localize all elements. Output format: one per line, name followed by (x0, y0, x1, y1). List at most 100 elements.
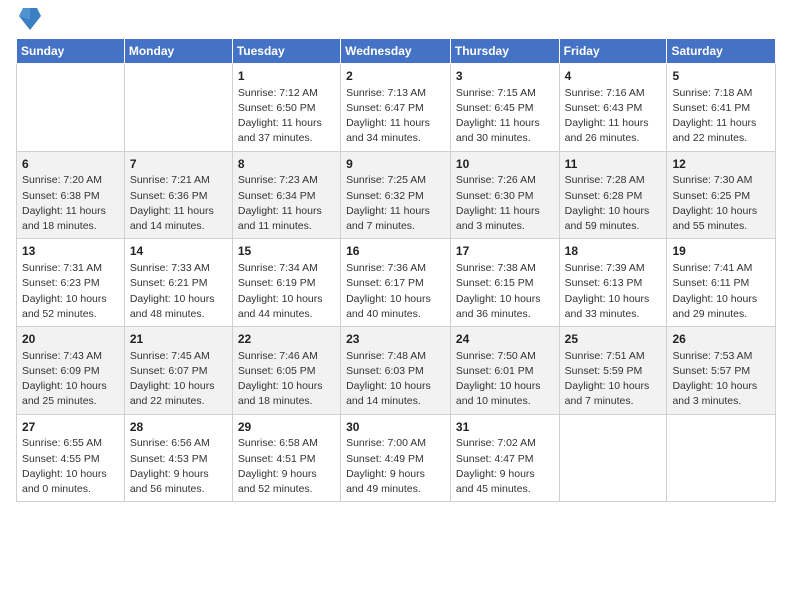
weekday-header-thursday: Thursday (450, 39, 559, 64)
day-number: 25 (565, 331, 662, 348)
day-number: 6 (22, 156, 119, 173)
day-info: Sunrise: 7:39 AM Sunset: 6:13 PM Dayligh… (565, 261, 662, 322)
day-info: Sunrise: 7:31 AM Sunset: 6:23 PM Dayligh… (22, 261, 119, 322)
calendar-cell: 11Sunrise: 7:28 AM Sunset: 6:28 PM Dayli… (559, 151, 667, 239)
calendar-cell: 1Sunrise: 7:12 AM Sunset: 6:50 PM Daylig… (232, 64, 340, 152)
day-number: 18 (565, 243, 662, 260)
calendar-cell: 8Sunrise: 7:23 AM Sunset: 6:34 PM Daylig… (232, 151, 340, 239)
calendar-cell: 29Sunrise: 6:58 AM Sunset: 4:51 PM Dayli… (232, 414, 340, 502)
day-number: 1 (238, 68, 335, 85)
day-info: Sunrise: 7:13 AM Sunset: 6:47 PM Dayligh… (346, 86, 445, 147)
calendar-cell: 28Sunrise: 6:56 AM Sunset: 4:53 PM Dayli… (124, 414, 232, 502)
day-number: 7 (130, 156, 227, 173)
day-info: Sunrise: 7:46 AM Sunset: 6:05 PM Dayligh… (238, 349, 335, 410)
calendar-cell: 2Sunrise: 7:13 AM Sunset: 6:47 PM Daylig… (341, 64, 451, 152)
day-info: Sunrise: 7:20 AM Sunset: 6:38 PM Dayligh… (22, 173, 119, 234)
day-number: 14 (130, 243, 227, 260)
day-info: Sunrise: 6:55 AM Sunset: 4:55 PM Dayligh… (22, 436, 119, 497)
weekday-header-tuesday: Tuesday (232, 39, 340, 64)
day-number: 8 (238, 156, 335, 173)
day-number: 12 (672, 156, 770, 173)
calendar-cell: 5Sunrise: 7:18 AM Sunset: 6:41 PM Daylig… (667, 64, 776, 152)
calendar-table: SundayMondayTuesdayWednesdayThursdayFrid… (16, 38, 776, 502)
calendar-cell: 10Sunrise: 7:26 AM Sunset: 6:30 PM Dayli… (450, 151, 559, 239)
calendar-cell (559, 414, 667, 502)
day-info: Sunrise: 7:18 AM Sunset: 6:41 PM Dayligh… (672, 86, 770, 147)
calendar-cell: 16Sunrise: 7:36 AM Sunset: 6:17 PM Dayli… (341, 239, 451, 327)
calendar-cell (124, 64, 232, 152)
calendar-cell: 27Sunrise: 6:55 AM Sunset: 4:55 PM Dayli… (17, 414, 125, 502)
day-number: 21 (130, 331, 227, 348)
calendar-cell: 6Sunrise: 7:20 AM Sunset: 6:38 PM Daylig… (17, 151, 125, 239)
day-info: Sunrise: 7:30 AM Sunset: 6:25 PM Dayligh… (672, 173, 770, 234)
day-info: Sunrise: 7:43 AM Sunset: 6:09 PM Dayligh… (22, 349, 119, 410)
calendar-cell: 31Sunrise: 7:02 AM Sunset: 4:47 PM Dayli… (450, 414, 559, 502)
calendar-cell: 24Sunrise: 7:50 AM Sunset: 6:01 PM Dayli… (450, 327, 559, 415)
day-info: Sunrise: 7:21 AM Sunset: 6:36 PM Dayligh… (130, 173, 227, 234)
day-number: 17 (456, 243, 554, 260)
day-info: Sunrise: 6:56 AM Sunset: 4:53 PM Dayligh… (130, 436, 227, 497)
day-number: 3 (456, 68, 554, 85)
day-info: Sunrise: 7:12 AM Sunset: 6:50 PM Dayligh… (238, 86, 335, 147)
day-number: 11 (565, 156, 662, 173)
day-number: 20 (22, 331, 119, 348)
calendar-cell: 19Sunrise: 7:41 AM Sunset: 6:11 PM Dayli… (667, 239, 776, 327)
day-number: 23 (346, 331, 445, 348)
calendar-cell: 26Sunrise: 7:53 AM Sunset: 5:57 PM Dayli… (667, 327, 776, 415)
calendar-cell: 30Sunrise: 7:00 AM Sunset: 4:49 PM Dayli… (341, 414, 451, 502)
calendar-cell: 3Sunrise: 7:15 AM Sunset: 6:45 PM Daylig… (450, 64, 559, 152)
calendar-cell: 7Sunrise: 7:21 AM Sunset: 6:36 PM Daylig… (124, 151, 232, 239)
calendar-page: SundayMondayTuesdayWednesdayThursdayFrid… (0, 0, 792, 612)
calendar-cell: 13Sunrise: 7:31 AM Sunset: 6:23 PM Dayli… (17, 239, 125, 327)
day-info: Sunrise: 7:02 AM Sunset: 4:47 PM Dayligh… (456, 436, 554, 497)
weekday-header-monday: Monday (124, 39, 232, 64)
weekday-header-saturday: Saturday (667, 39, 776, 64)
page-header (16, 10, 776, 32)
day-info: Sunrise: 7:33 AM Sunset: 6:21 PM Dayligh… (130, 261, 227, 322)
day-number: 24 (456, 331, 554, 348)
day-number: 30 (346, 419, 445, 436)
day-info: Sunrise: 7:48 AM Sunset: 6:03 PM Dayligh… (346, 349, 445, 410)
calendar-cell (17, 64, 125, 152)
day-info: Sunrise: 7:34 AM Sunset: 6:19 PM Dayligh… (238, 261, 335, 322)
calendar-cell: 9Sunrise: 7:25 AM Sunset: 6:32 PM Daylig… (341, 151, 451, 239)
day-info: Sunrise: 7:23 AM Sunset: 6:34 PM Dayligh… (238, 173, 335, 234)
calendar-cell: 22Sunrise: 7:46 AM Sunset: 6:05 PM Dayli… (232, 327, 340, 415)
day-number: 16 (346, 243, 445, 260)
calendar-cell: 18Sunrise: 7:39 AM Sunset: 6:13 PM Dayli… (559, 239, 667, 327)
calendar-week-2: 6Sunrise: 7:20 AM Sunset: 6:38 PM Daylig… (17, 151, 776, 239)
day-info: Sunrise: 7:53 AM Sunset: 5:57 PM Dayligh… (672, 349, 770, 410)
day-info: Sunrise: 6:58 AM Sunset: 4:51 PM Dayligh… (238, 436, 335, 497)
day-number: 27 (22, 419, 119, 436)
calendar-cell (667, 414, 776, 502)
calendar-header-row: SundayMondayTuesdayWednesdayThursdayFrid… (17, 39, 776, 64)
calendar-week-4: 20Sunrise: 7:43 AM Sunset: 6:09 PM Dayli… (17, 327, 776, 415)
weekday-header-sunday: Sunday (17, 39, 125, 64)
day-number: 13 (22, 243, 119, 260)
calendar-cell: 23Sunrise: 7:48 AM Sunset: 6:03 PM Dayli… (341, 327, 451, 415)
day-info: Sunrise: 7:26 AM Sunset: 6:30 PM Dayligh… (456, 173, 554, 234)
day-info: Sunrise: 7:38 AM Sunset: 6:15 PM Dayligh… (456, 261, 554, 322)
day-number: 2 (346, 68, 445, 85)
day-info: Sunrise: 7:15 AM Sunset: 6:45 PM Dayligh… (456, 86, 554, 147)
calendar-cell: 12Sunrise: 7:30 AM Sunset: 6:25 PM Dayli… (667, 151, 776, 239)
day-info: Sunrise: 7:25 AM Sunset: 6:32 PM Dayligh… (346, 173, 445, 234)
day-info: Sunrise: 7:00 AM Sunset: 4:49 PM Dayligh… (346, 436, 445, 497)
day-info: Sunrise: 7:51 AM Sunset: 5:59 PM Dayligh… (565, 349, 662, 410)
calendar-cell: 4Sunrise: 7:16 AM Sunset: 6:43 PM Daylig… (559, 64, 667, 152)
logo (16, 10, 41, 32)
day-number: 26 (672, 331, 770, 348)
calendar-cell: 14Sunrise: 7:33 AM Sunset: 6:21 PM Dayli… (124, 239, 232, 327)
day-number: 15 (238, 243, 335, 260)
calendar-cell: 15Sunrise: 7:34 AM Sunset: 6:19 PM Dayli… (232, 239, 340, 327)
day-number: 29 (238, 419, 335, 436)
logo-icon (19, 6, 41, 32)
day-info: Sunrise: 7:45 AM Sunset: 6:07 PM Dayligh… (130, 349, 227, 410)
weekday-header-wednesday: Wednesday (341, 39, 451, 64)
calendar-cell: 20Sunrise: 7:43 AM Sunset: 6:09 PM Dayli… (17, 327, 125, 415)
day-number: 31 (456, 419, 554, 436)
calendar-week-3: 13Sunrise: 7:31 AM Sunset: 6:23 PM Dayli… (17, 239, 776, 327)
calendar-cell: 17Sunrise: 7:38 AM Sunset: 6:15 PM Dayli… (450, 239, 559, 327)
day-info: Sunrise: 7:16 AM Sunset: 6:43 PM Dayligh… (565, 86, 662, 147)
day-info: Sunrise: 7:28 AM Sunset: 6:28 PM Dayligh… (565, 173, 662, 234)
